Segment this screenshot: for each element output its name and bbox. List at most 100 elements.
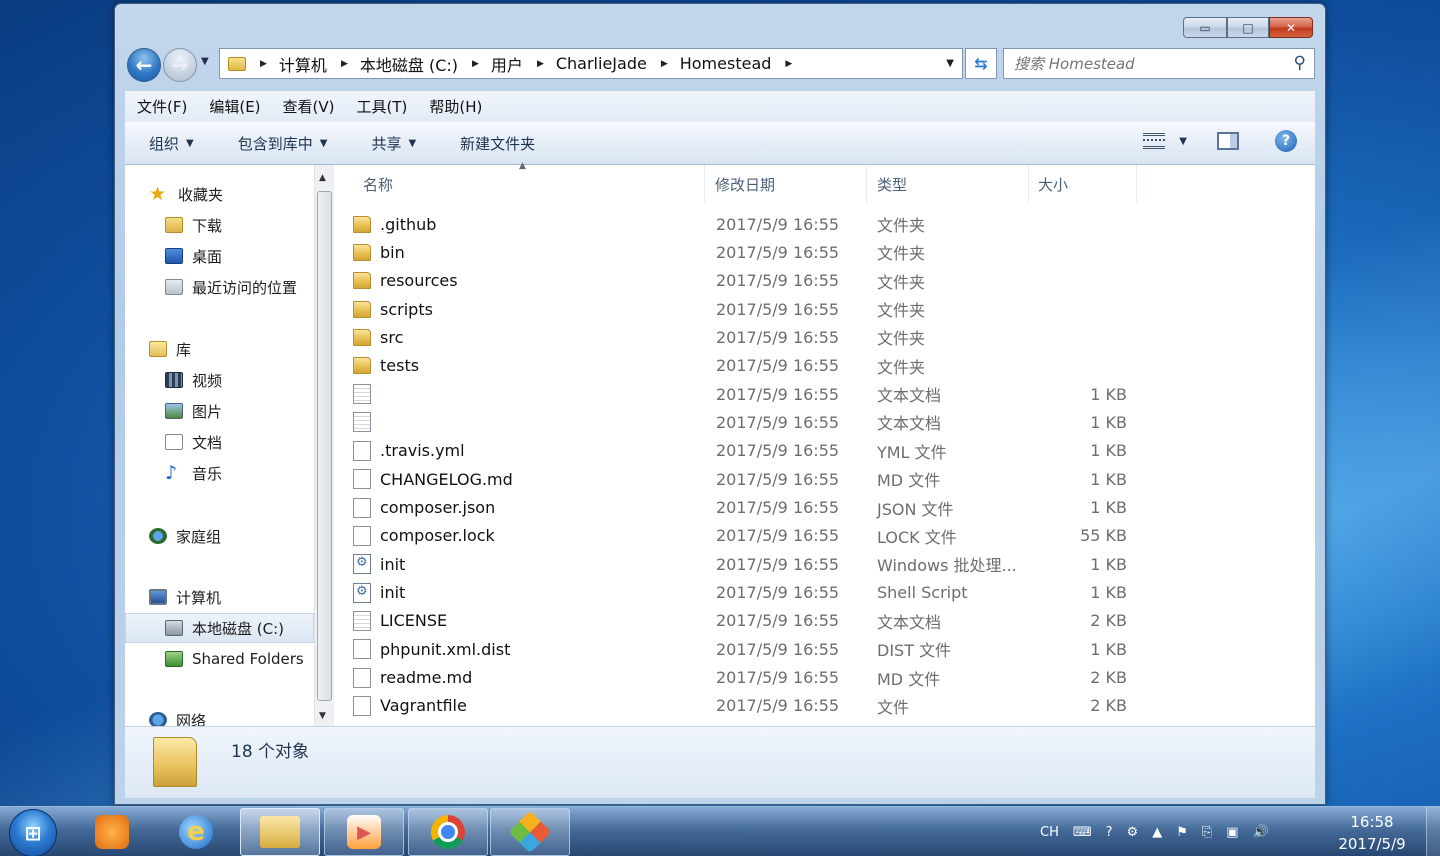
table-row[interactable]: 2017/5/9 16:55 文本文档 1 KB bbox=[339, 380, 1139, 408]
share-button[interactable]: 共享 ▼ bbox=[371, 133, 416, 154]
keyboard-icon[interactable]: ⌨ bbox=[1073, 825, 1092, 840]
taskbar-media-center[interactable] bbox=[72, 808, 152, 856]
show-desktop-button[interactable] bbox=[1426, 807, 1440, 856]
view-options-dropdown[interactable]: ▼ bbox=[1179, 136, 1187, 147]
nav-downloads[interactable]: 下载 bbox=[125, 210, 314, 240]
recent-pages-dropdown[interactable]: ▼ bbox=[201, 56, 209, 67]
start-button[interactable]: ⊞ bbox=[9, 809, 57, 856]
close-button[interactable]: ✕ bbox=[1269, 17, 1313, 38]
table-row[interactable]: 2017/5/9 16:55 文本文档 1 KB bbox=[339, 408, 1139, 436]
file-name: init bbox=[380, 554, 406, 574]
view-details-icon[interactable] bbox=[1143, 133, 1166, 149]
hard-disk-icon bbox=[165, 620, 183, 636]
network-status-icon[interactable]: ▣ bbox=[1226, 825, 1238, 840]
search-box[interactable]: ⚲ bbox=[1003, 48, 1315, 79]
nav-network[interactable]: 网络 bbox=[125, 705, 314, 726]
refresh-button[interactable]: ⇆ bbox=[965, 48, 997, 79]
scrollbar-thumb[interactable] bbox=[317, 191, 332, 701]
include-in-library-button[interactable]: 包含到库中 ▼ bbox=[238, 133, 328, 154]
nav-favorites[interactable]: ★ 收藏夹 bbox=[125, 179, 314, 209]
table-row[interactable]: scripts 2017/5/9 16:55 文件夹 bbox=[339, 295, 1139, 323]
address-bar[interactable]: ▶ 计算机 ▶ 本地磁盘 (C:) ▶ 用户 ▶ CharlieJade ▶ H… bbox=[219, 48, 963, 79]
table-row[interactable]: composer.lock 2017/5/9 16:55 LOCK 文件 55 KB bbox=[339, 522, 1139, 550]
table-row[interactable]: CHANGELOG.md 2017/5/9 16:55 MD 文件 1 KB bbox=[339, 465, 1139, 493]
address-dropdown-button[interactable]: ▼ bbox=[946, 58, 954, 69]
taskbar-chrome[interactable] bbox=[408, 808, 488, 856]
table-row[interactable]: LICENSE 2017/5/9 16:55 文本文档 2 KB bbox=[339, 607, 1139, 635]
ime-settings-icon[interactable]: ⚙ bbox=[1127, 825, 1139, 840]
organize-button[interactable]: 组织 ▼ bbox=[149, 133, 194, 154]
breadcrumb-separator[interactable]: ▶ bbox=[785, 59, 792, 69]
nav-homegroup[interactable]: 家庭组 bbox=[125, 521, 314, 551]
usb-device-icon[interactable]: ⎘ bbox=[1202, 825, 1212, 840]
table-row[interactable]: resources 2017/5/9 16:55 文件夹 bbox=[339, 267, 1139, 295]
table-row[interactable]: readme.md 2017/5/9 16:55 MD 文件 2 KB bbox=[339, 664, 1139, 692]
table-row[interactable]: .travis.yml 2017/5/9 16:55 YML 文件 1 KB bbox=[339, 437, 1139, 465]
table-row[interactable]: phpunit.xml.dist 2017/5/9 16:55 DIST 文件 1 K… bbox=[339, 635, 1139, 663]
nav-label: 音乐 bbox=[192, 464, 223, 483]
table-row[interactable]: Vagrantfile 2017/5/9 16:55 文件 2 KB bbox=[339, 692, 1139, 720]
file-type: YML 文件 bbox=[877, 442, 947, 462]
new-folder-button[interactable]: 新建文件夹 bbox=[460, 133, 535, 154]
file-name-cell: readme.md bbox=[353, 667, 472, 688]
search-icon[interactable]: ⚲ bbox=[1294, 53, 1306, 73]
breadcrumb-user[interactable]: CharlieJade bbox=[556, 54, 647, 73]
back-button[interactable]: ← bbox=[127, 48, 161, 82]
table-row[interactable]: init 2017/5/9 16:55 Windows 批处理... 1 KB bbox=[339, 550, 1139, 578]
nav-videos[interactable]: 视频 bbox=[125, 365, 314, 395]
breadcrumb-local-disk[interactable]: 本地磁盘 (C:) bbox=[360, 52, 458, 76]
help-icon[interactable]: ? bbox=[1275, 130, 1297, 152]
breadcrumb-separator[interactable]: ▶ bbox=[661, 59, 668, 69]
menu-file[interactable]: 文件(F) bbox=[137, 96, 187, 117]
breadcrumb-users[interactable]: 用户 bbox=[491, 52, 523, 76]
chevron-up-icon[interactable]: ▲ bbox=[1152, 825, 1162, 840]
nav-recent-places[interactable]: 最近访问的位置 bbox=[125, 272, 314, 302]
taskbar-git[interactable] bbox=[490, 808, 570, 856]
breadcrumb-homestead[interactable]: Homestead bbox=[680, 54, 772, 73]
breadcrumb-separator[interactable]: ▶ bbox=[537, 59, 544, 69]
navigation-scrollbar[interactable]: ▲ ▼ bbox=[314, 165, 334, 726]
scroll-down-arrow[interactable]: ▼ bbox=[319, 711, 326, 721]
help-icon[interactable]: ? bbox=[1106, 825, 1113, 840]
nav-music[interactable]: ♪ 音乐 bbox=[125, 458, 314, 488]
scroll-up-arrow[interactable]: ▲ bbox=[319, 173, 326, 183]
maximize-button[interactable]: □ bbox=[1227, 17, 1269, 38]
nav-shared-folders[interactable]: Shared Folders bbox=[125, 644, 314, 674]
table-row[interactable]: bin 2017/5/9 16:55 文件夹 bbox=[339, 238, 1139, 266]
preview-pane-icon[interactable] bbox=[1217, 132, 1239, 150]
breadcrumb-separator[interactable]: ▶ bbox=[260, 59, 267, 69]
column-header-size[interactable]: 大小 bbox=[1029, 165, 1137, 203]
nav-libraries[interactable]: 库 bbox=[125, 334, 314, 364]
menu-help[interactable]: 帮助(H) bbox=[429, 96, 482, 117]
taskbar-media-player[interactable]: ▶ bbox=[324, 808, 404, 856]
table-row[interactable]: tests 2017/5/9 16:55 文件夹 bbox=[339, 352, 1139, 380]
nav-pictures[interactable]: 图片 bbox=[125, 396, 314, 426]
table-row[interactable]: init 2017/5/9 16:55 Shell Script 1 KB bbox=[339, 579, 1139, 607]
breadcrumb-separator[interactable]: ▶ bbox=[472, 59, 479, 69]
taskbar-internet-explorer[interactable]: e bbox=[156, 808, 236, 856]
nav-documents[interactable]: 文档 bbox=[125, 427, 314, 457]
language-indicator[interactable]: CH bbox=[1040, 825, 1059, 840]
column-header-type[interactable]: 类型 bbox=[867, 165, 1029, 203]
menu-view[interactable]: 查看(V) bbox=[283, 96, 335, 117]
breadcrumb-computer[interactable]: 计算机 bbox=[279, 52, 327, 76]
menu-tools[interactable]: 工具(T) bbox=[357, 96, 408, 117]
nav-desktop[interactable]: 桌面 bbox=[125, 241, 314, 271]
menu-edit[interactable]: 编辑(E) bbox=[209, 96, 260, 117]
column-header-name[interactable]: 名称 ▲ bbox=[339, 161, 705, 203]
file-date: 2017/5/9 16:55 bbox=[716, 327, 840, 347]
forward-button[interactable]: → bbox=[163, 48, 197, 82]
nav-computer[interactable]: 计算机 bbox=[125, 582, 314, 612]
table-row[interactable]: .github 2017/5/9 16:55 文件夹 bbox=[339, 210, 1139, 238]
table-row[interactable]: src 2017/5/9 16:55 文件夹 bbox=[339, 323, 1139, 351]
table-row[interactable]: composer.json 2017/5/9 16:55 JSON 文件 1 KB bbox=[339, 494, 1139, 522]
column-header-date[interactable]: 修改日期 bbox=[705, 165, 867, 203]
taskbar-explorer[interactable] bbox=[240, 808, 320, 856]
system-clock[interactable]: 16:58 2017/5/9 bbox=[1330, 811, 1414, 855]
nav-local-disk[interactable]: 本地磁盘 (C:) bbox=[125, 613, 314, 643]
minimize-button[interactable]: ▭ bbox=[1183, 17, 1227, 38]
volume-icon[interactable]: 🔊 bbox=[1253, 825, 1269, 840]
search-input[interactable] bbox=[1014, 54, 1274, 73]
breadcrumb-separator[interactable]: ▶ bbox=[341, 59, 348, 69]
action-center-icon[interactable]: ⚑ bbox=[1176, 825, 1188, 840]
